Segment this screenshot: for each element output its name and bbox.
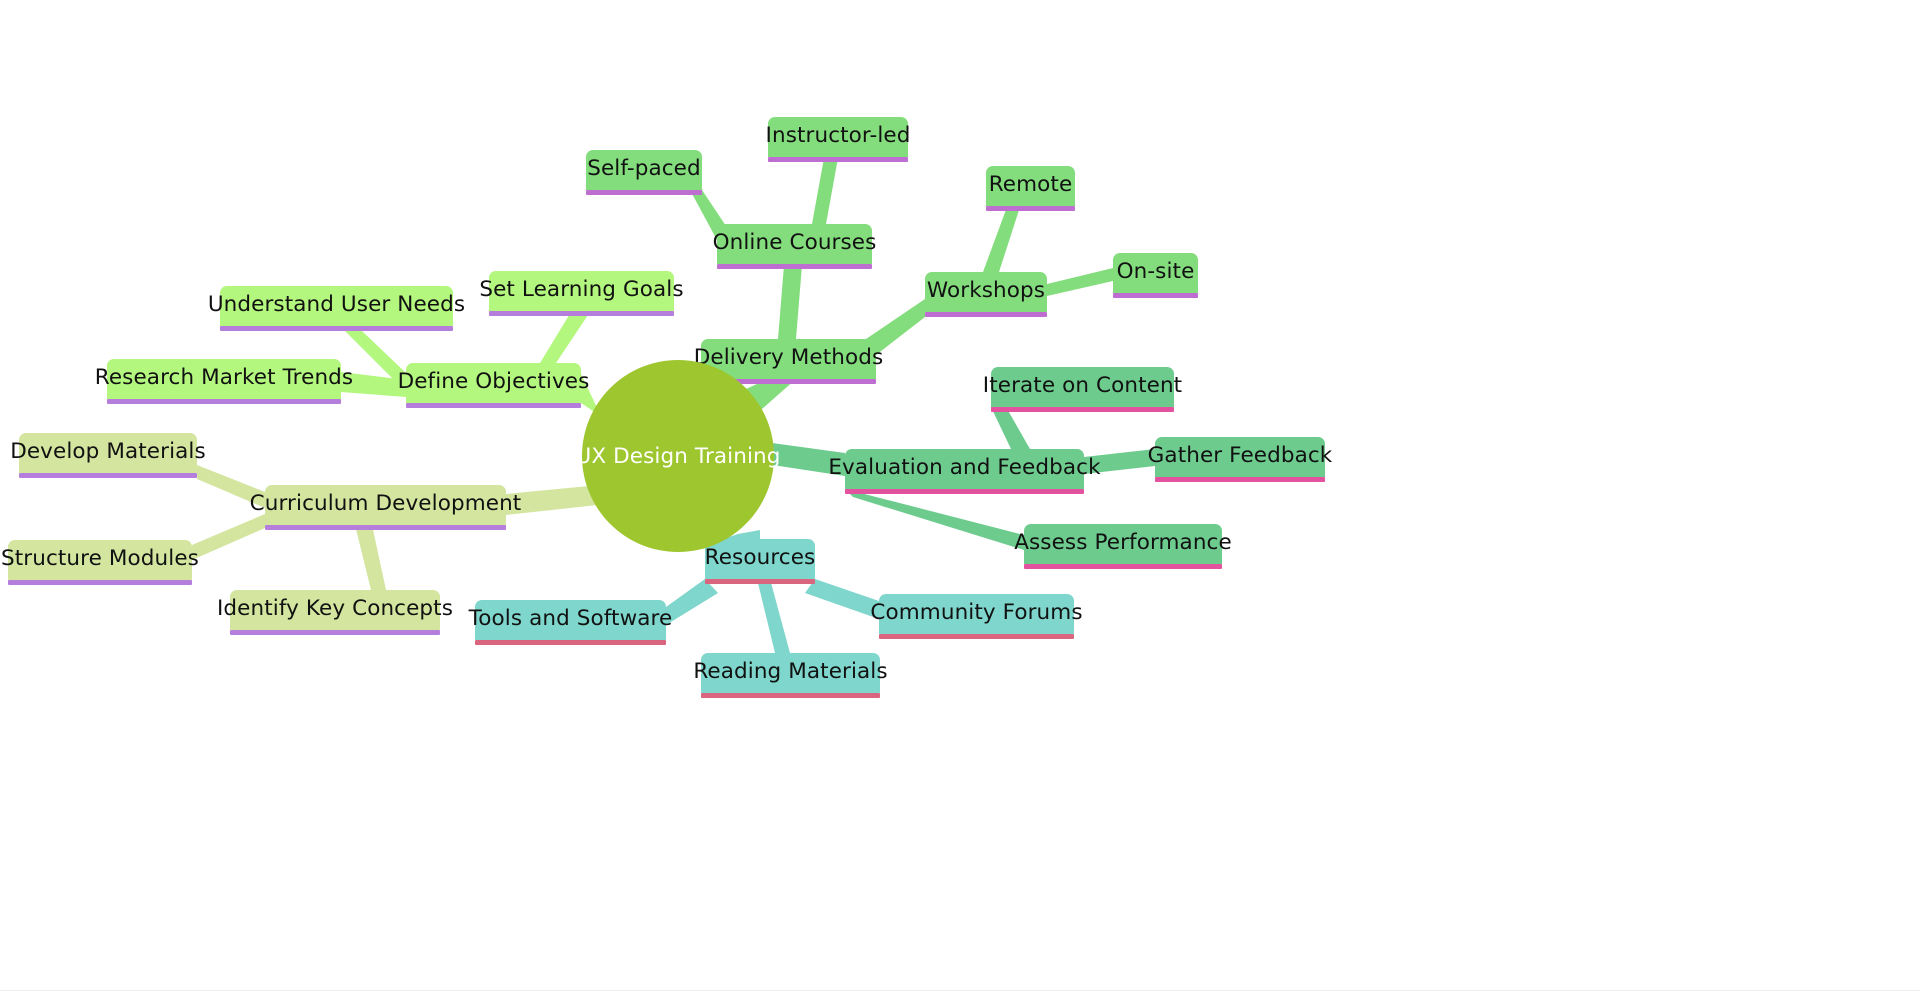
node-label-community-forums: Community Forums [870,600,1083,626]
node-underline-define-objectives [406,403,581,408]
node-label-assess-performance: Assess Performance [1014,530,1232,556]
node-label-curriculum-development: Curriculum Development [249,491,522,517]
node-underline-assess-performance [1024,564,1222,569]
connector-workshops-to-on-site [1047,268,1113,296]
node-remote[interactable]: Remote [986,166,1075,211]
node-structure-modules[interactable]: Structure Modules [1,540,199,585]
node-gather-feedback[interactable]: Gather Feedback [1148,437,1332,482]
root-node-label: UX Design Training [575,443,781,469]
node-label-structure-modules: Structure Modules [1,546,199,572]
node-underline-remote [986,206,1075,211]
node-underline-evaluation-and-feedback [845,489,1084,494]
connector-resources-to-community-forums [805,579,879,619]
mind-map-canvas: Define Objectives Understand User Needs Re… [0,0,1920,991]
node-label-define-objectives: Define Objectives [397,369,590,395]
node-underline-reading-materials [701,693,880,698]
node-underline-structure-modules [8,580,192,585]
node-underline-curriculum-development [265,525,506,530]
connector-workshops-to-remote [983,207,1020,272]
node-on-site[interactable]: On-site [1113,253,1198,298]
root-node-ux-design-training[interactable]: UX Design Training [576,360,780,552]
node-research-market-trends[interactable]: Research Market Trends [95,359,353,404]
node-underline-iterate-on-content [991,407,1174,412]
node-develop-materials[interactable]: Develop Materials [10,433,206,478]
connector-curriculum-to-identify-key-concepts [355,525,386,590]
node-underline-community-forums [879,634,1074,639]
node-label-online-courses: Online Courses [712,230,877,256]
node-label-evaluation-and-feedback: Evaluation and Feedback [828,455,1101,481]
connector-curriculum-to-structure-modules [192,514,265,560]
node-reading-materials[interactable]: Reading Materials [693,653,888,698]
node-underline-identify-key-concepts [230,630,440,635]
node-online-courses[interactable]: Online Courses [713,224,876,269]
node-underline-research-market-trends [107,399,341,404]
node-underline-develop-materials [19,473,197,478]
node-underline-resources [705,579,815,584]
node-understand-user-needs[interactable]: Understand User Needs [208,286,465,331]
node-instructor-led[interactable]: Instructor-led [765,117,911,162]
node-resources[interactable]: Resources [704,539,816,584]
node-community-forums[interactable]: Community Forums [870,594,1083,639]
node-label-iterate-on-content: Iterate on Content [982,373,1183,399]
node-label-instructor-led: Instructor-led [765,123,911,149]
connector-delivery-methods-to-online-courses [778,265,802,339]
connector-resources-to-tools-and-software [666,579,718,625]
node-underline-tools-and-software [475,640,666,645]
node-self-paced[interactable]: Self-paced [586,150,702,195]
node-identify-key-concepts[interactable]: Identify Key Concepts [217,590,453,635]
node-label-develop-materials: Develop Materials [10,439,206,465]
node-label-set-learning-goals: Set Learning Goals [479,277,684,303]
node-label-delivery-methods: Delivery Methods [693,345,884,371]
node-label-on-site: On-site [1116,259,1195,285]
node-label-self-paced: Self-paced [587,156,701,182]
node-underline-set-learning-goals [489,311,674,316]
connector-evaluation-to-iterate-on-content [991,407,1030,449]
node-set-learning-goals[interactable]: Set Learning Goals [479,271,684,316]
connector-online-courses-to-instructor-led [812,158,838,224]
node-label-identify-key-concepts: Identify Key Concepts [216,596,454,622]
node-label-remote: Remote [988,172,1073,198]
node-underline-self-paced [586,190,702,195]
node-underline-online-courses [717,264,872,269]
connector-evaluation-to-assess-performance [845,489,1024,550]
node-underline-gather-feedback [1155,477,1325,482]
node-label-resources: Resources [704,545,816,571]
node-label-reading-materials: Reading Materials [693,659,888,685]
node-underline-workshops [925,312,1047,317]
node-curriculum-development[interactable]: Curriculum Development [250,485,521,530]
node-underline-understand-user-needs [220,326,453,331]
connector-resources-to-reading-materials [757,579,790,653]
node-evaluation-and-feedback[interactable]: Evaluation and Feedback [828,449,1101,494]
node-label-workshops: Workshops [926,278,1046,304]
node-workshops[interactable]: Workshops [925,272,1047,317]
node-label-understand-user-needs: Understand User Needs [207,292,466,318]
node-assess-performance[interactable]: Assess Performance [1014,524,1232,569]
node-label-research-market-trends: Research Market Trends [94,365,354,391]
node-underline-instructor-led [768,157,908,162]
node-iterate-on-content[interactable]: Iterate on Content [983,367,1182,412]
node-tools-and-software[interactable]: Tools and Software [469,600,672,645]
node-label-gather-feedback: Gather Feedback [1147,443,1333,469]
node-label-tools-and-software: Tools and Software [468,606,673,632]
connector-define-objectives-to-set-learning-goals [540,312,590,363]
node-define-objectives[interactable]: Define Objectives [398,363,589,408]
node-underline-on-site [1113,293,1198,298]
